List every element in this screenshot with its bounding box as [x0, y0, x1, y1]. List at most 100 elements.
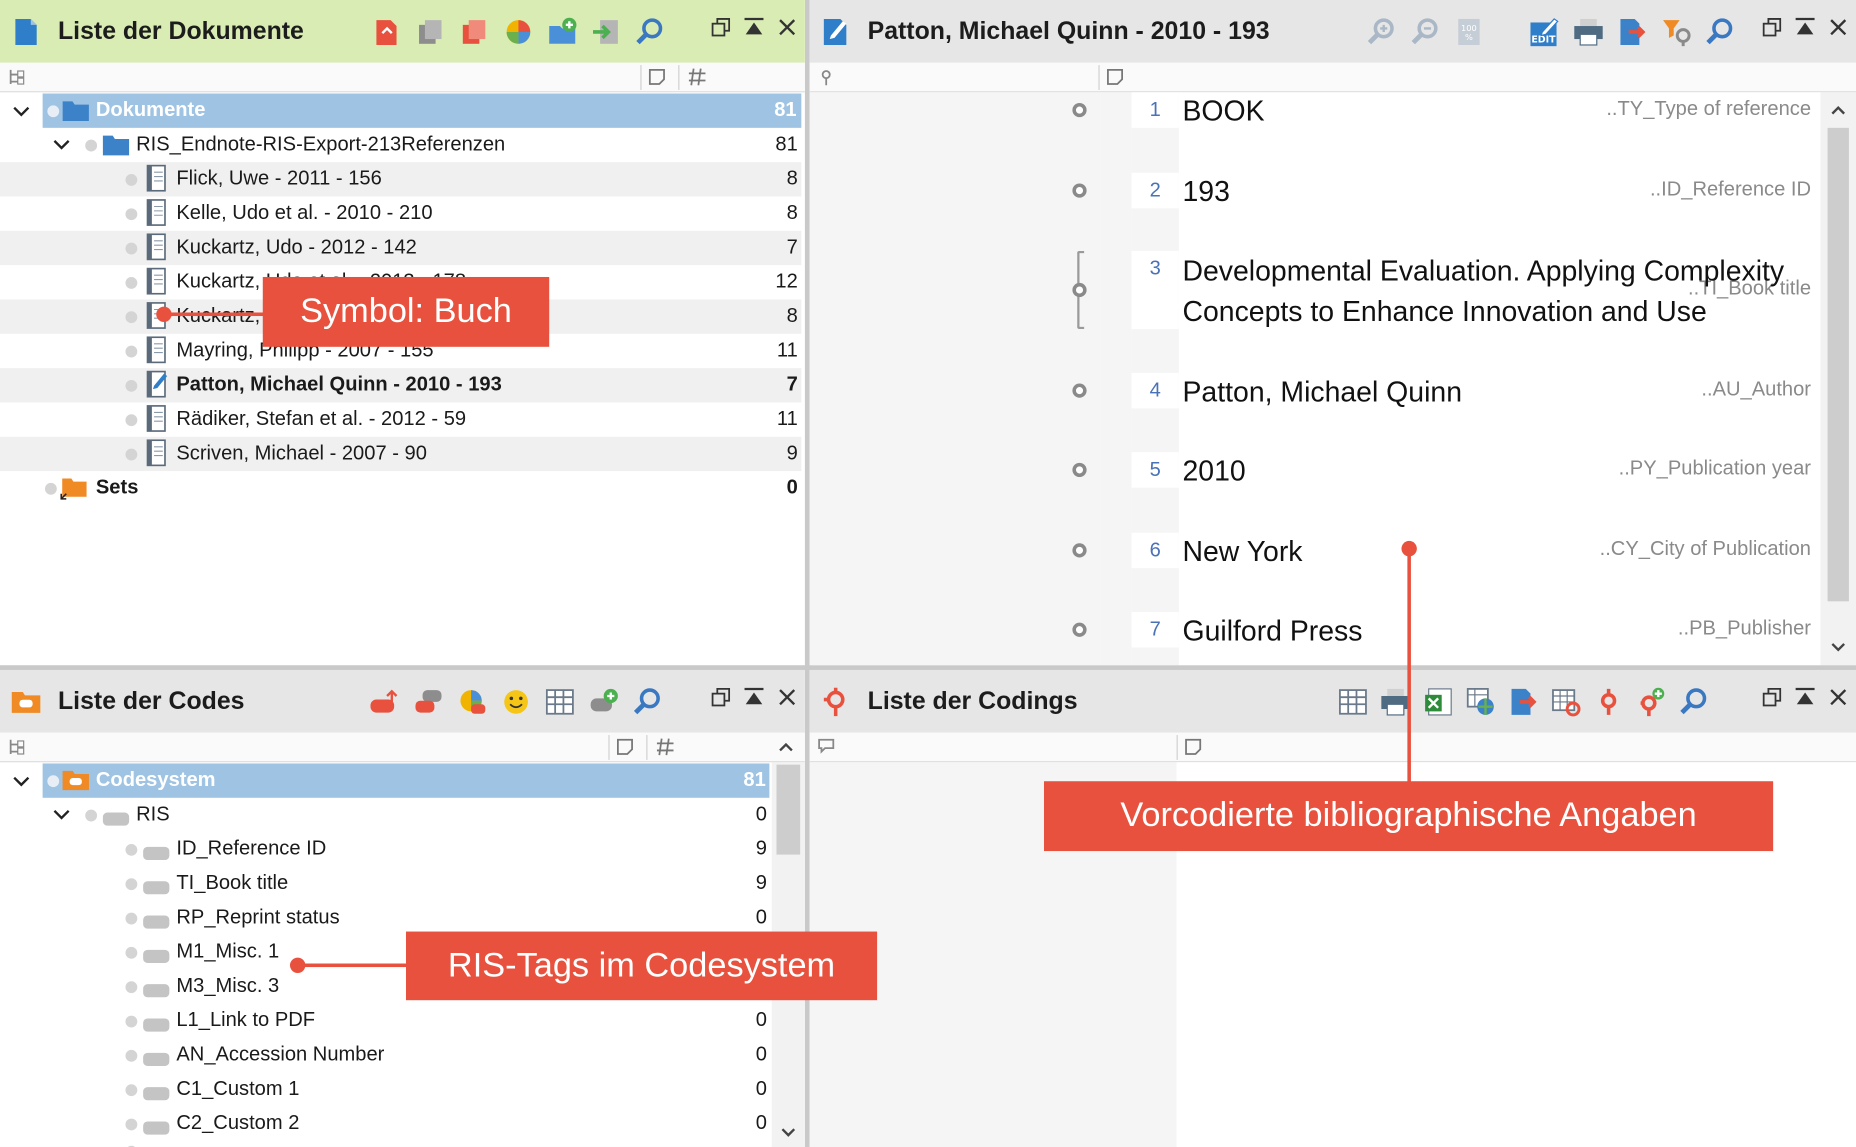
tree-item-code-group[interactable]: RIS 0	[0, 798, 769, 832]
code-stripe-marker[interactable]	[1072, 462, 1087, 478]
emoticode-icon[interactable]	[498, 684, 534, 720]
tree-item-document[interactable]: Kelle, Udo et al. - 2010 - 210 8	[0, 196, 801, 230]
maximize-pane-icon[interactable]	[1794, 17, 1815, 38]
tree-item-sets[interactable]: Sets 0	[0, 471, 801, 505]
code-stripe-marker[interactable]	[1072, 383, 1087, 398]
code-frequency-icon[interactable]	[455, 684, 491, 720]
excel-export-icon[interactable]	[1420, 684, 1456, 720]
tree-item-count: 11	[776, 407, 798, 430]
search-icon[interactable]	[630, 684, 666, 720]
sets-folder-icon	[60, 478, 87, 500]
tree-item-code[interactable]: TI_Book title 9	[0, 866, 769, 900]
chevron-down-icon[interactable]	[12, 772, 31, 791]
maximize-pane-icon[interactable]	[743, 687, 764, 708]
maximize-pane-icon[interactable]	[1794, 687, 1815, 708]
scroll-up-icon[interactable]	[776, 737, 795, 756]
tree-item-codesystem-root[interactable]: Codesystem 81	[42, 763, 770, 798]
print-icon[interactable]	[1571, 14, 1607, 50]
zoom-reset-icon[interactable]: 100%	[1451, 14, 1487, 50]
html-export-icon[interactable]	[1463, 684, 1499, 720]
tree-item-count: 8	[786, 304, 798, 327]
scroll-up-icon[interactable]	[1830, 102, 1847, 119]
restore-window-icon[interactable]	[710, 687, 731, 708]
tree-item-document-group[interactable]: RIS_Endnote-RIS-Export-213Referenzen 81	[0, 128, 801, 162]
edit-mode-icon[interactable]: EDIT	[1527, 14, 1563, 50]
export-icon[interactable]	[1506, 684, 1542, 720]
code-stripe-marker[interactable]	[1072, 543, 1087, 558]
search-icon[interactable]	[632, 14, 668, 50]
code-stripe-marker[interactable]	[1072, 183, 1087, 198]
code-sets-icon[interactable]	[411, 684, 447, 720]
memo-column-icon[interactable]	[1184, 737, 1203, 756]
scroll-down-icon[interactable]	[780, 1124, 797, 1141]
tree-item-label: C1_Custom 1	[176, 1077, 300, 1100]
count-column-icon[interactable]	[688, 67, 707, 86]
callout-dot	[1401, 540, 1417, 557]
code-stripe-marker[interactable]	[1072, 282, 1087, 298]
code-stripe-icon[interactable]	[817, 67, 836, 86]
document-scrollbar[interactable]	[1820, 92, 1856, 666]
code-matrix-icon[interactable]	[542, 684, 578, 720]
memo-column-icon[interactable]	[1106, 67, 1125, 86]
chevron-down-icon[interactable]	[52, 805, 71, 824]
scrollbar-thumb[interactable]	[776, 764, 801, 855]
chevron-down-icon[interactable]	[12, 102, 31, 121]
restore-window-icon[interactable]	[710, 17, 731, 38]
code-stripe-marker[interactable]	[1072, 622, 1087, 637]
scrollbar-thumb[interactable]	[1827, 127, 1849, 602]
tree-item-count: 0	[755, 1111, 768, 1134]
tree-item-document[interactable]: Rädiker, Stefan et al. - 2012 - 59 11	[0, 402, 801, 436]
new-code-set-icon[interactable]	[586, 684, 622, 720]
close-icon[interactable]	[1828, 687, 1849, 708]
tree-item-code[interactable]: ID_Reference ID 9	[0, 832, 769, 866]
tree-item-code[interactable]: C2_Custom 2 0	[0, 1107, 769, 1141]
zoom-in-icon[interactable]	[1364, 14, 1400, 50]
document-browser-column-header	[809, 62, 1856, 93]
restore-window-icon[interactable]	[1761, 17, 1782, 38]
new-code-icon[interactable]	[367, 684, 403, 720]
paragraph-number: 2	[1131, 172, 1179, 209]
close-icon[interactable]	[776, 687, 797, 708]
count-column-icon[interactable]	[656, 737, 675, 756]
coding-stripe-icon[interactable]	[1591, 684, 1627, 720]
code-system-pane: Liste der Codes Codesystem 81 RIS 0 ID_R…	[0, 669, 805, 1147]
tree-item-documents-root[interactable]: Dokumente 81	[42, 93, 802, 128]
export-icon[interactable]	[1615, 14, 1651, 50]
zoom-out-icon[interactable]	[1407, 14, 1443, 50]
restore-window-icon[interactable]	[1761, 687, 1782, 708]
memo-column-icon[interactable]	[647, 67, 666, 86]
code-stripe-marker[interactable]	[1072, 102, 1087, 118]
tree-item-count: 0	[755, 1042, 768, 1066]
tree-item-document[interactable]: Kuckartz, Udo - 2012 - 142 7	[0, 230, 802, 266]
close-icon[interactable]	[1828, 17, 1849, 38]
table-view-icon[interactable]	[1335, 684, 1371, 720]
new-coding-icon[interactable]	[1633, 684, 1669, 720]
tree-view-icon[interactable]	[7, 67, 26, 86]
tree-item-code[interactable]: AN_Accession Number 0	[0, 1038, 769, 1072]
tree-item-document[interactable]: Flick, Uwe - 2011 - 156 8	[0, 162, 802, 197]
filter-codes-icon[interactable]	[1658, 14, 1694, 50]
tree-item-code[interactable]: L1_Link to PDF 0	[0, 1004, 769, 1038]
document-set-icon[interactable]	[457, 14, 493, 50]
tree-item-code[interactable]: RP_Reprint status 0	[0, 901, 769, 935]
memo-column-icon[interactable]	[616, 737, 635, 756]
table-settings-icon[interactable]	[1548, 684, 1584, 720]
svg-text:EDIT: EDIT	[1531, 35, 1556, 46]
document-group-icon[interactable]	[413, 14, 449, 50]
import-documents-icon[interactable]	[369, 14, 405, 50]
new-folder-icon[interactable]	[544, 14, 580, 50]
tree-item-code[interactable]: C1_Custom 1 0	[0, 1072, 769, 1106]
maximize-pane-icon[interactable]	[743, 17, 764, 38]
tree-item-document-active[interactable]: Patton, Michael Quinn - 2010 - 193 7	[0, 368, 802, 403]
search-icon[interactable]	[1676, 684, 1712, 720]
chevron-down-icon[interactable]	[52, 135, 71, 154]
tree-item-count: 81	[775, 132, 798, 156]
tree-item-document[interactable]: Scriven, Michael - 2007 - 90 9	[0, 436, 802, 472]
search-icon[interactable]	[1702, 14, 1738, 50]
scroll-down-icon[interactable]	[1830, 639, 1847, 656]
close-icon[interactable]	[776, 17, 797, 38]
tree-view-icon[interactable]	[7, 737, 26, 756]
document-portrait-icon[interactable]	[501, 14, 537, 50]
activate-documents-icon[interactable]	[588, 14, 624, 50]
comment-column-icon[interactable]	[817, 737, 836, 756]
